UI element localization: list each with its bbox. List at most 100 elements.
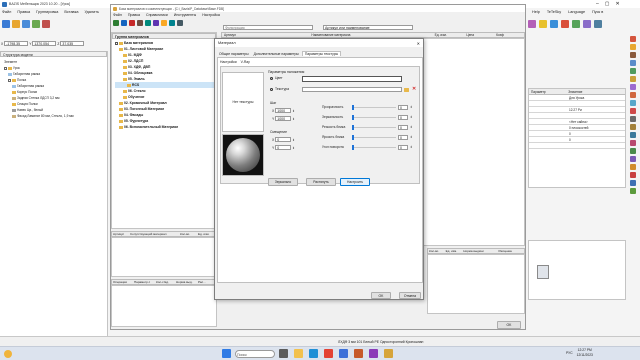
maximize-icon[interactable]: ▢ [605, 1, 610, 7]
db-menu-tools[interactable]: Инструменты [174, 13, 196, 17]
brightness-slider[interactable] [352, 134, 396, 140]
new-icon[interactable] [2, 20, 10, 28]
coord-x[interactable]: -1798.35 [4, 41, 29, 46]
texture-option[interactable]: Текстура [270, 87, 289, 91]
transparency-spinner-icon[interactable]: ⇕ [410, 105, 413, 109]
tool-export-icon[interactable] [153, 20, 159, 26]
taskbar-search[interactable]: Поиск [235, 349, 275, 358]
tool-drawer-icon[interactable] [629, 60, 636, 66]
menu-group[interactable]: Группировка [36, 10, 58, 14]
tool-door-icon[interactable] [629, 52, 636, 58]
color-radio-icon[interactable] [270, 76, 273, 80]
settings-icon[interactable] [594, 20, 602, 28]
sharpness-spinner-icon[interactable]: ⇕ [410, 125, 413, 129]
hdr-name[interactable]: Наименование материала [311, 33, 434, 37]
hdr-price[interactable]: Цена [466, 33, 496, 37]
col-qty-unit[interactable]: Кол-с Ед. [156, 280, 176, 284]
hdr-unit2[interactable]: Ед. изм. [446, 249, 464, 253]
tool-mirror-icon[interactable] [629, 156, 636, 162]
tray-clock[interactable]: 12:27 PM 12/11/2023 [577, 348, 593, 358]
setup-button[interactable]: Настроить [340, 178, 370, 186]
layers-icon[interactable] [583, 20, 591, 28]
tool-delete-icon[interactable] [129, 20, 135, 26]
subtab-settings[interactable]: Настройки [220, 60, 237, 64]
hdr-norm[interactable]: Норма выдачи [463, 249, 498, 253]
step-x-input[interactable]: 1000 [275, 108, 292, 113]
tool-add-icon[interactable] [113, 20, 119, 26]
tool-edit-icon[interactable] [121, 20, 127, 26]
hdr-rate[interactable]: Расценка [499, 249, 524, 253]
cut-icon[interactable] [32, 20, 40, 28]
explorer-icon[interactable] [294, 349, 303, 358]
tool-box-icon[interactable] [629, 36, 636, 42]
light-icon[interactable] [539, 20, 547, 28]
col-article[interactable]: Артикул [112, 232, 130, 236]
sharpness-slider[interactable] [352, 124, 396, 130]
tool-copy2-icon[interactable] [629, 164, 636, 170]
db-ok-button[interactable]: OK [497, 321, 521, 329]
camera-icon[interactable] [550, 20, 558, 28]
step-x-spinner-icon[interactable]: ⇕ [292, 109, 295, 113]
color-swatch[interactable] [302, 76, 402, 82]
tool-arrow-icon[interactable] [629, 140, 636, 146]
bazis-icon[interactable] [354, 349, 363, 358]
col-companion[interactable]: Сопутствующий материал [130, 232, 180, 236]
offset-y-spinner-icon[interactable]: ⇕ [292, 146, 295, 150]
rotation-spinner-icon[interactable]: ⇕ [410, 145, 413, 149]
tool-export2-icon[interactable] [629, 188, 636, 194]
taskview-icon[interactable] [279, 349, 288, 358]
tool-import-icon[interactable] [145, 20, 151, 26]
minimize-icon[interactable]: – [596, 1, 599, 7]
tool-edge-icon[interactable] [629, 76, 636, 82]
col-norm[interactable]: Норма выд. [176, 280, 198, 284]
clear-texture-icon[interactable]: ✕ [412, 86, 416, 92]
specular-slider[interactable] [352, 114, 396, 120]
col-qty[interactable]: Кол-во [180, 232, 198, 236]
tool-measure-icon[interactable] [629, 132, 636, 138]
edge-icon[interactable] [309, 349, 318, 358]
col-param[interactable]: Параметр с [134, 280, 156, 284]
stretch-button[interactable]: Растянуть [306, 178, 336, 186]
db-menu-settings[interactable]: Настройка [202, 13, 220, 17]
brightness-value[interactable]: 0 [398, 134, 408, 140]
coord-y[interactable]: 1370.054 [32, 41, 57, 46]
tool-group-icon[interactable] [629, 180, 636, 186]
name-filter-input[interactable]: Артикул или наименование [323, 25, 413, 30]
tool-filter-icon[interactable] [161, 20, 167, 26]
brightness-spinner-icon[interactable]: ⇕ [410, 135, 413, 139]
tool-cut-icon[interactable] [629, 108, 636, 114]
tool-glass-icon[interactable] [629, 100, 636, 106]
tree-item[interactable]: Фасад Ламинат 80 мм, Стекло, 1,9 мм [4, 113, 107, 119]
coord-z[interactable]: 37.035 [60, 41, 85, 46]
menu-tetesky[interactable]: TeTeSky [547, 10, 561, 14]
tree-node[interactable]: 06. Вспомогательный Материал [115, 124, 216, 130]
menu-file[interactable]: Файл [2, 10, 11, 14]
media-icon[interactable] [369, 349, 378, 358]
tool-shelf-icon[interactable] [629, 68, 636, 74]
save-icon[interactable] [22, 20, 30, 28]
weather-icon[interactable] [4, 349, 12, 358]
transparency-value[interactable]: 0 [398, 104, 408, 110]
tool-copy-icon[interactable] [137, 20, 143, 26]
step-y-spinner-icon[interactable]: ⇕ [292, 117, 295, 121]
close-icon[interactable]: ✕ [616, 1, 620, 7]
specular-spinner-icon[interactable]: ⇕ [410, 115, 413, 119]
sharpness-value[interactable]: 0 [398, 124, 408, 130]
menu-language[interactable]: Language [568, 10, 585, 14]
tool-hinge-icon[interactable] [629, 84, 636, 90]
offset-x-spinner-icon[interactable]: ⇕ [292, 138, 295, 142]
mirror-button[interactable]: Зеркально [268, 178, 298, 186]
tool-panel-icon[interactable] [629, 44, 636, 50]
dialog-ok-button[interactable]: OK [371, 292, 391, 299]
menu-insert[interactable]: Вставка [64, 10, 78, 14]
db-menu-file[interactable]: Файл [113, 13, 122, 17]
tool-delete2-icon[interactable] [629, 172, 636, 178]
menu-delete[interactable]: Удалить [84, 10, 99, 14]
tool-print-icon[interactable] [177, 20, 183, 26]
grid-icon[interactable] [572, 20, 580, 28]
hdr-article[interactable]: Артикул [222, 33, 311, 37]
tray-lang[interactable]: РУС [566, 351, 573, 355]
col-ops[interactable]: Операции [112, 280, 134, 284]
db-menu-directories[interactable]: Справочники [146, 13, 168, 17]
rotation-slider[interactable] [352, 144, 396, 150]
